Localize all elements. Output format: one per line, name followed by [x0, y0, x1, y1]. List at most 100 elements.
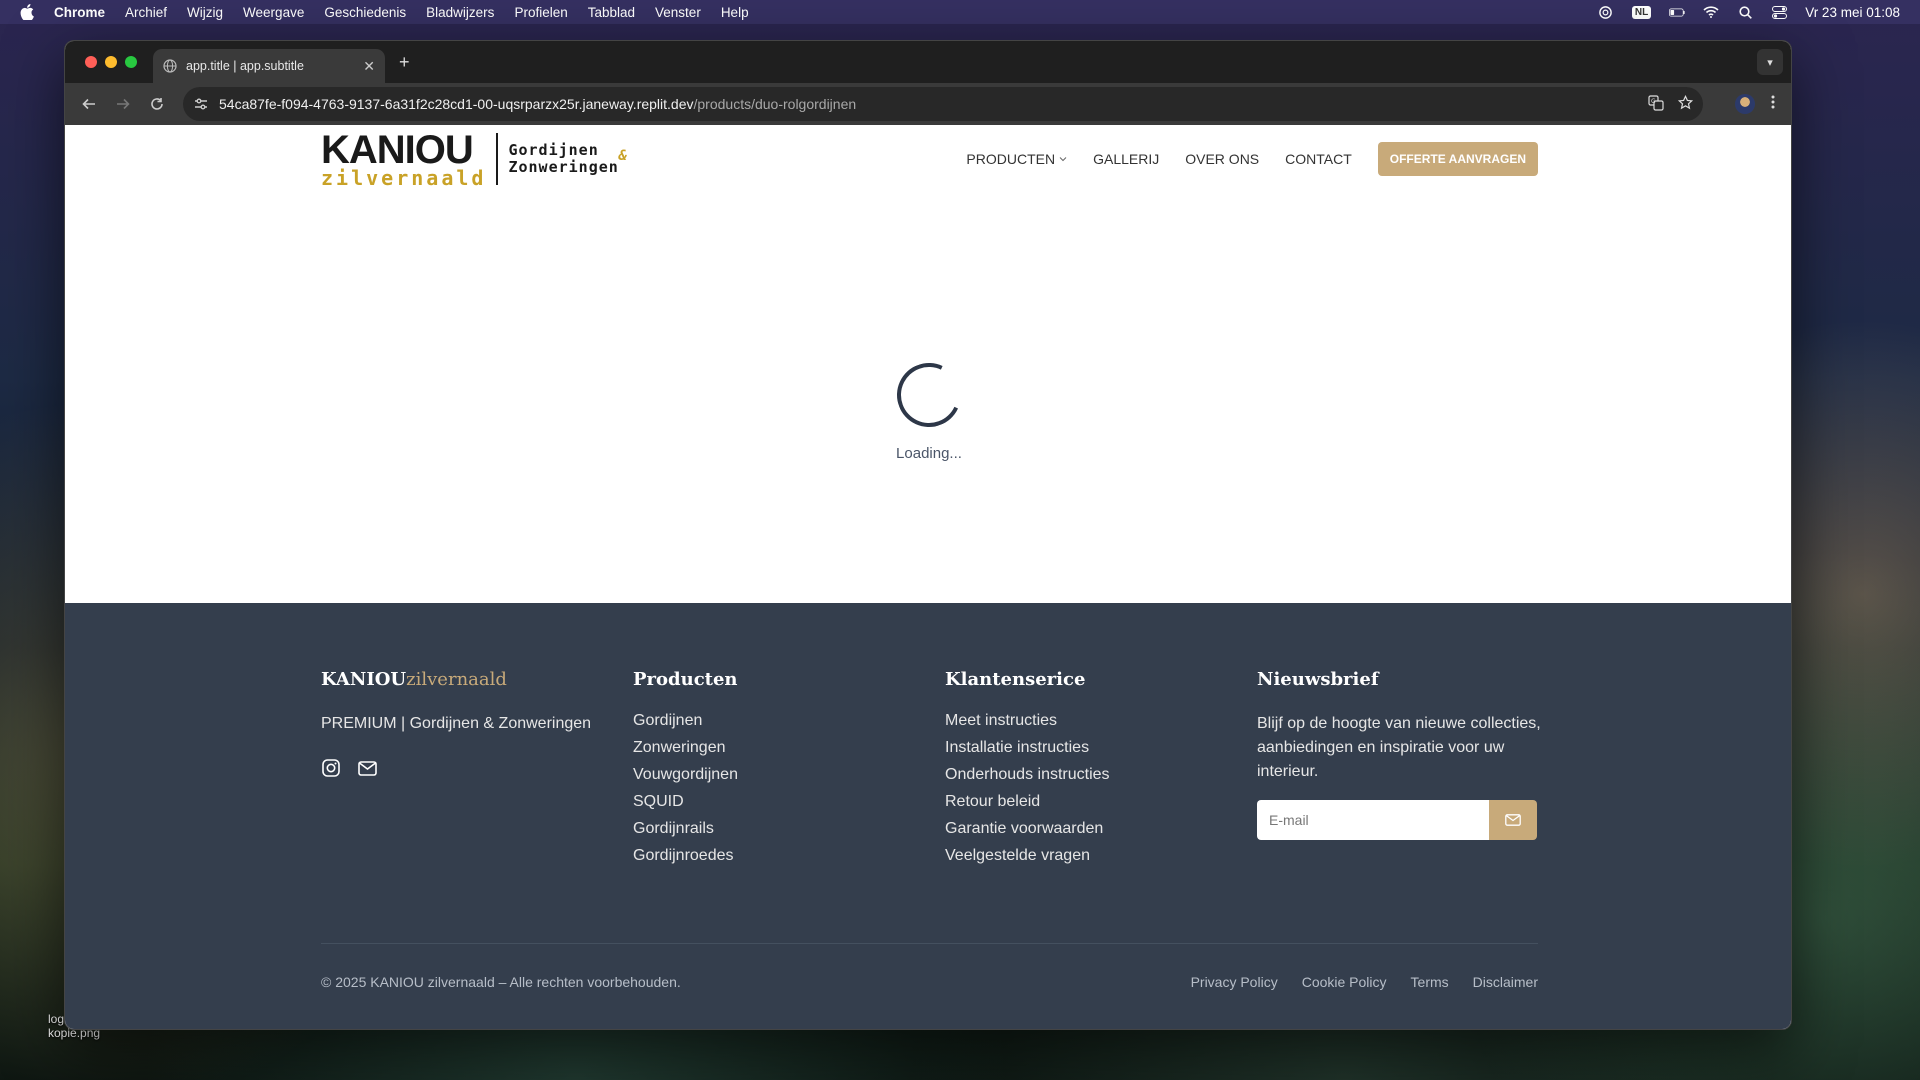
wifi-icon[interactable]: [1703, 5, 1719, 19]
browser-tab-active[interactable]: app.title | app.subtitle ✕: [153, 49, 385, 83]
footer-link-gordijnrails[interactable]: Gordijnrails: [633, 820, 945, 838]
mail-icon[interactable]: [357, 758, 377, 778]
loading-area: Loading...: [65, 193, 1791, 603]
translate-icon[interactable]: G: [1648, 94, 1664, 114]
back-button[interactable]: [75, 90, 103, 118]
new-tab-button[interactable]: +: [399, 52, 410, 73]
window-controls: [85, 56, 137, 68]
footer-link-vouwgordijnen[interactable]: Vouwgordijnen: [633, 766, 945, 784]
menu-help[interactable]: Help: [721, 5, 749, 20]
menu-venster[interactable]: Venster: [655, 5, 701, 20]
profile-avatar[interactable]: [1735, 94, 1755, 114]
footer-service-title: Klantenserice: [945, 669, 1086, 690]
mail-icon: [1505, 814, 1521, 826]
close-tab-icon[interactable]: ✕: [363, 58, 375, 75]
footer-link-squid[interactable]: SQUID: [633, 793, 945, 811]
apple-icon[interactable]: [20, 4, 34, 20]
footer-brand[interactable]: KANIOUzilvernaald: [321, 669, 633, 690]
svg-text:G: G: [1651, 98, 1656, 105]
disclaimer-link[interactable]: Disclaimer: [1473, 974, 1538, 990]
newsletter-email-input[interactable]: [1257, 800, 1489, 840]
footer-products-title: Producten: [633, 669, 738, 690]
footer-bottom: © 2025 KANIOU zilvernaald – Alle rechten…: [321, 943, 1538, 990]
zoom-window-button[interactable]: [125, 56, 137, 68]
menu-app-name[interactable]: Chrome: [54, 5, 105, 20]
web-page: KANIOU zilvernaald Gordijnen & Zonwering…: [65, 125, 1791, 1029]
address-bar[interactable]: 54ca87fe-f094-4763-9137-6a31f2c28cd1-00-…: [183, 87, 1703, 121]
menu-geschiedenis[interactable]: Geschiedenis: [324, 5, 406, 20]
site-logo[interactable]: KANIOU zilvernaald Gordijnen & Zonwering…: [321, 128, 627, 190]
footer-link-veelgestelde-vragen[interactable]: Veelgestelde vragen: [945, 847, 1257, 865]
newsletter-submit-button[interactable]: [1489, 800, 1537, 840]
browser-window: app.title | app.subtitle ✕ + ▾ 54ca87fe-…: [64, 40, 1792, 1030]
footer-newsletter-text: Blijf op de hoogte van nieuwe collecties…: [1257, 715, 1541, 780]
privacy-policy-link[interactable]: Privacy Policy: [1191, 974, 1278, 990]
footer-service-column: Klantenserice Meet instructies Installat…: [945, 669, 1257, 874]
url-path: /products/duo-rolgordijnen: [693, 96, 857, 112]
footer-tagline: PREMIUM | Gordijnen & Zonweringen: [321, 715, 592, 732]
footer-link-retour-beleid[interactable]: Retour beleid: [945, 793, 1257, 811]
terms-link[interactable]: Terms: [1411, 974, 1449, 990]
footer-link-installatie-instructies[interactable]: Installatie instructies: [945, 739, 1257, 757]
battery-icon[interactable]: [1669, 5, 1685, 19]
cookie-policy-link[interactable]: Cookie Policy: [1302, 974, 1387, 990]
reload-button[interactable]: [143, 90, 171, 118]
minimize-window-button[interactable]: [105, 56, 117, 68]
newsletter-form: [1257, 800, 1537, 840]
footer-newsletter-column: Nieuwsbrief Blijf op de hoogte van nieuw…: [1257, 669, 1569, 874]
tab-search-chevron-icon[interactable]: ▾: [1757, 49, 1783, 75]
menu-archief[interactable]: Archief: [125, 5, 167, 20]
footer-link-onderhouds-instructies[interactable]: Onderhouds instructies: [945, 766, 1257, 784]
footer-brand-b: zilvernaald: [406, 669, 507, 690]
footer-link-gordijnen[interactable]: Gordijnen: [633, 712, 945, 730]
legal-links: Privacy Policy Cookie Policy Terms Discl…: [1191, 974, 1538, 990]
site-settings-icon[interactable]: [193, 96, 209, 112]
logo-brand: KANIOU: [321, 128, 474, 172]
nav-products-label: PRODUCTEN: [966, 151, 1056, 167]
footer-products-column: Producten Gordijnen Zonweringen Vouwgord…: [633, 669, 945, 874]
menu-profielen[interactable]: Profielen: [514, 5, 567, 20]
social-links: [321, 758, 633, 778]
menubar-clock[interactable]: Vr 23 mei 01:08: [1805, 5, 1900, 20]
instagram-icon[interactable]: [321, 758, 341, 778]
logo-ampersand: &: [618, 147, 628, 164]
tab-strip: app.title | app.subtitle ✕ + ▾: [65, 41, 1791, 83]
nav-products[interactable]: PRODUCTEN: [966, 151, 1067, 167]
footer-brand-column: KANIOUzilvernaald PREMIUM | Gordijnen & …: [321, 669, 633, 874]
menu-tabblad[interactable]: Tabblad: [588, 5, 635, 20]
main-nav: PRODUCTEN GALLERIJ OVER ONS CONTACT OFFE…: [966, 142, 1538, 176]
openai-status-icon[interactable]: [1598, 5, 1614, 19]
menu-bladwijzers[interactable]: Bladwijzers: [426, 5, 494, 20]
logo-sub: zilvernaald: [321, 166, 487, 190]
nav-contact[interactable]: CONTACT: [1285, 151, 1352, 167]
url-host: 54ca87fe-f094-4763-9137-6a31f2c28cd1-00-…: [219, 96, 694, 112]
nav-about[interactable]: OVER ONS: [1185, 151, 1259, 167]
logo-line-gordijnen: Gordijnen: [508, 140, 599, 159]
spotlight-search-icon[interactable]: [1737, 5, 1753, 19]
footer-brand-a: KANIOU: [321, 669, 407, 690]
browser-toolbar: 54ca87fe-f094-4763-9137-6a31f2c28cd1-00-…: [65, 83, 1791, 125]
menu-wijzig[interactable]: Wijzig: [187, 5, 223, 20]
site-footer: KANIOUzilvernaald PREMIUM | Gordijnen & …: [65, 603, 1791, 1029]
footer-link-gordijnroedes[interactable]: Gordijnroedes: [633, 847, 945, 865]
control-center-icon[interactable]: [1771, 5, 1787, 19]
site-header: KANIOU zilvernaald Gordijnen & Zonwering…: [65, 125, 1791, 193]
globe-icon: [163, 59, 177, 73]
tab-title: app.title | app.subtitle: [186, 59, 304, 73]
footer-link-zonweringen[interactable]: Zonweringen: [633, 739, 945, 757]
footer-link-garantie-voorwaarden[interactable]: Garantie voorwaarden: [945, 820, 1257, 838]
copyright-text: © 2025 KANIOU zilvernaald – Alle rechten…: [321, 974, 681, 990]
input-language-badge[interactable]: NL: [1631, 5, 1652, 19]
bookmark-star-icon[interactable]: [1677, 94, 1694, 113]
close-window-button[interactable]: [85, 56, 97, 68]
chevron-down-icon: [1059, 157, 1067, 162]
request-quote-button[interactable]: OFFERTE AANVRAGEN: [1377, 142, 1538, 176]
menu-weergave[interactable]: Weergave: [243, 5, 304, 20]
footer-link-meet-instructies[interactable]: Meet instructies: [945, 712, 1257, 730]
nav-gallery[interactable]: GALLERIJ: [1093, 151, 1159, 167]
loading-text: Loading...: [896, 444, 962, 462]
logo-divider: [496, 133, 499, 185]
forward-button[interactable]: [109, 90, 137, 118]
loading-spinner: [887, 353, 971, 436]
browser-menu-icon[interactable]: [1771, 95, 1775, 114]
